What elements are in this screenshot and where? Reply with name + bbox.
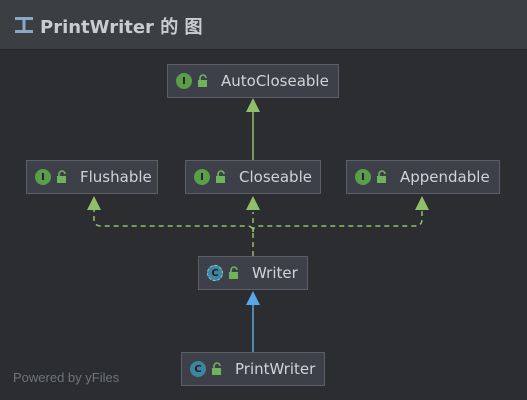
interface-icon: I [194,169,210,185]
diagram-edges [87,98,429,352]
lock-open-icon [216,170,225,183]
node-flushable[interactable]: I Flushable [26,160,158,194]
edge-writer-interfaces [93,210,423,256]
lock-open-icon [57,170,66,183]
node-writer[interactable]: C Writer [198,256,308,290]
powered-by-watermark: Powered by yFiles [13,370,120,385]
lock-open-icon [377,170,386,183]
node-label: Writer [252,264,298,282]
interface-icon: I [35,169,51,185]
node-label: Flushable [80,168,152,186]
arrowhead-closeable [246,196,260,210]
node-appendable[interactable]: I Appendable [346,160,500,194]
lock-open-icon [198,74,207,87]
edge-printwriter-writer [246,291,260,352]
node-label: PrintWriter [235,360,316,378]
interface-icon: I [355,169,371,185]
interface-icon: I [176,73,192,89]
arrowhead-flushable [87,196,101,210]
arrowhead-appendable [415,196,429,210]
abstract-class-icon: C [207,265,223,281]
node-label: Appendable [400,168,490,186]
class-icon: C [190,361,206,377]
node-printwriter[interactable]: C PrintWriter [181,352,325,386]
lock-open-icon [229,266,238,279]
node-label: Closeable [239,168,312,186]
node-closeable[interactable]: I Closeable [185,160,321,194]
node-autocloseable[interactable]: I AutoCloseable [167,64,339,98]
node-label: AutoCloseable [221,72,329,90]
edge-closeable-autocloseable [246,98,260,160]
lock-open-icon [212,362,221,375]
